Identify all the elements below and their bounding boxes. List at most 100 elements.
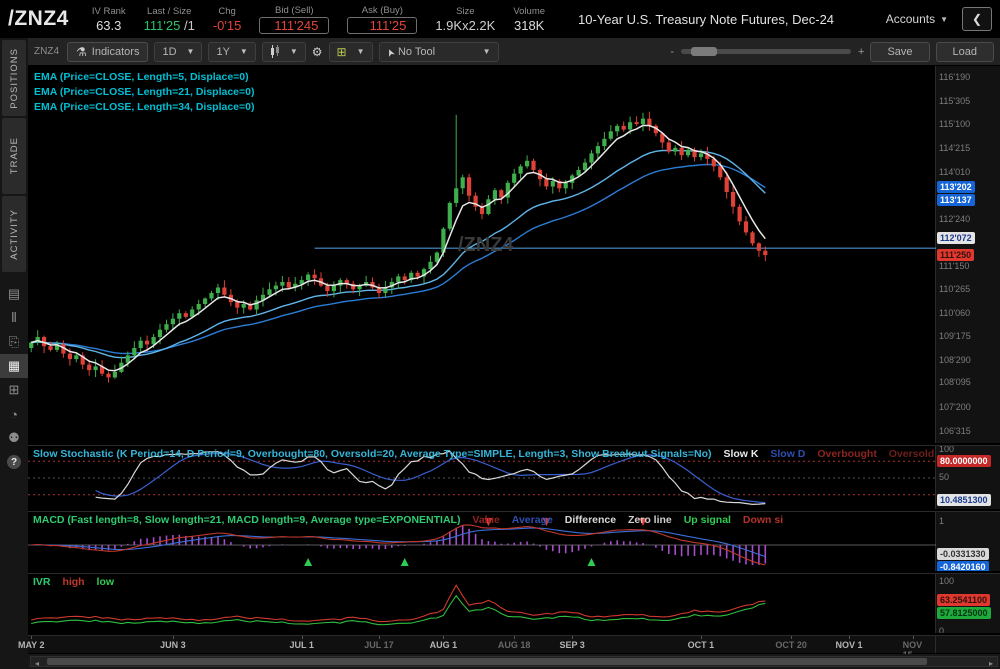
scrollbar-thumb[interactable]	[47, 658, 927, 665]
time-axis-label: SEP 3	[559, 640, 584, 650]
load-button[interactable]: Load	[936, 42, 994, 62]
timeframe-dropdown[interactable]: 1D ▼	[154, 42, 202, 62]
range-dropdown[interactable]: 1Y ▼	[208, 42, 255, 62]
axis-label: 110'060	[939, 308, 970, 318]
indicators-button[interactable]: ⚗ Indicators	[67, 42, 148, 62]
time-tick	[572, 636, 573, 639]
time-axis[interactable]: MAY 2JUN 3JUL 1JUL 17AUG 1AUG 18SEP 3OCT…	[28, 636, 936, 653]
volume-label: Volume	[513, 6, 545, 18]
zoom-slider-thumb[interactable]	[691, 47, 717, 56]
zoom-slider[interactable]	[681, 49, 851, 54]
zoom-control: - +	[670, 46, 864, 58]
watchlist-icon[interactable]: ▤	[0, 282, 28, 306]
change-value: -0'15	[213, 18, 242, 33]
gear-icon[interactable]: ⚙	[312, 45, 323, 59]
time-tick	[849, 636, 850, 639]
time-tick	[302, 636, 303, 639]
bid-button[interactable]: 111'245	[259, 17, 329, 34]
history-icon[interactable]: ◔	[0, 402, 28, 426]
macd-title[interactable]: MACD (Fast length=8, Slow length=21, MAC…	[33, 514, 460, 526]
zoom-in-button[interactable]: +	[858, 46, 864, 58]
accounts-label: Accounts	[886, 12, 935, 26]
scroll-right-icon[interactable]: ▸	[986, 659, 996, 668]
quote-header: /ZNZ4 IV Rank 63.3 Last / Size 111'25 /1…	[0, 0, 1000, 38]
legend-macd-average: Average	[512, 514, 553, 526]
chevron-down-icon: ▼	[357, 47, 365, 56]
chevron-down-icon: ▼	[187, 47, 195, 56]
price-axis[interactable]: 116'190115'305115'100114'215114'010112'2…	[936, 66, 1000, 443]
grid-icon[interactable]: ⊞	[0, 378, 28, 402]
time-axis-label: OCT 20	[775, 640, 807, 650]
ask-button[interactable]: 111'25	[347, 17, 417, 34]
tab-trade[interactable]: TRADE	[2, 118, 26, 194]
chevron-down-icon: ▼	[483, 47, 491, 56]
scroll-left-icon[interactable]: ◂	[32, 659, 42, 668]
volume-value: 318K	[514, 18, 544, 33]
chart-scrollbar-row: ◂ ▸	[28, 654, 1000, 669]
stochastic-axis[interactable]: 1005080.000000010.4851300	[936, 446, 1000, 509]
time-axis-label: JUL 1	[290, 640, 314, 650]
ema34-study-label[interactable]: EMA (Price=CLOSE, Length=34, Displace=0)	[34, 100, 254, 115]
axis-label: 108'290	[939, 355, 971, 365]
tab-activity[interactable]: ACTIVITY	[2, 196, 26, 272]
quotes-icon[interactable]: ⫴	[0, 306, 28, 330]
macd-title-row: MACD (Fast length=8, Slow length=21, MAC…	[33, 514, 783, 526]
left-sidebar: POSITIONS TRADE ACTIVITY ▤⫴⎘▦⊞◔⚉?	[0, 38, 28, 669]
axis-price-bubble: -0.0331330	[937, 548, 989, 560]
save-button[interactable]: Save	[870, 42, 929, 62]
drawing-tool-dropdown[interactable]: ➤ No Tool ▼	[379, 42, 499, 62]
axis-label: 110'265	[939, 284, 970, 294]
legend-overbought: Overbought	[817, 448, 877, 460]
time-axis-label: JUN 3	[160, 640, 186, 650]
ivr-plot[interactable]: IVR high low	[28, 574, 936, 633]
axis-label: 115'305	[939, 96, 970, 106]
bid-label: Bid (Sell)	[275, 5, 314, 17]
ivr-title[interactable]: IVR	[33, 576, 51, 588]
ivr-title-row: IVR high low	[33, 576, 114, 588]
axis-price-bubble: 10.4851300	[937, 494, 991, 506]
zoom-out-button[interactable]: -	[670, 46, 674, 58]
legend-slow-k: Slow K	[723, 448, 758, 460]
macd-axis[interactable]: 1-0.0331330-0.8420160-0.8751490	[936, 512, 1000, 571]
help-icon[interactable]: ?	[0, 450, 28, 474]
collapse-panel-button[interactable]: ❮	[962, 7, 992, 31]
legend-oversold: Oversold	[889, 448, 935, 460]
stochastic-title-row: Slow Stochastic (K Period=14, D Period=9…	[33, 448, 1000, 460]
community-icon[interactable]: ⚉	[0, 426, 28, 450]
macd-plot[interactable]: MACD (Fast length=8, Slow length=21, MAC…	[28, 512, 936, 571]
stochastic-title[interactable]: Slow Stochastic (K Period=14, D Period=9…	[33, 448, 712, 460]
ask-label: Ask (Buy)	[362, 5, 403, 17]
time-tick	[913, 636, 914, 639]
legend-slow-d: Slow D	[770, 448, 805, 460]
iv-rank-cell: IV Rank 63.3	[92, 6, 126, 33]
grid-layout-dropdown[interactable]: ⊞ ▼	[329, 42, 373, 62]
time-axis-label: AUG 18	[498, 640, 531, 650]
change-cell: Chg -0'15	[213, 6, 242, 33]
candlestick-icon	[270, 45, 280, 58]
tab-positions[interactable]: POSITIONS	[2, 40, 26, 116]
export-icon[interactable]: ⎘	[0, 330, 28, 354]
accounts-dropdown[interactable]: Accounts ▼	[886, 12, 948, 26]
time-axis-label: AUG 1	[430, 640, 458, 650]
axis-price-bubble: 113'202	[937, 181, 975, 193]
ivr-axis[interactable]: 100063.254110057.8125000	[936, 574, 1000, 633]
axis-price-bubble: 57.8125000	[937, 607, 991, 619]
horizontal-scrollbar[interactable]: ◂ ▸	[30, 656, 998, 667]
cursor-icon: ➤	[384, 46, 398, 58]
stochastic-plot[interactable]: Slow Stochastic (K Period=14, D Period=9…	[28, 446, 936, 509]
time-axis-label: OCT 1	[688, 640, 715, 650]
price-chart-plot[interactable]: /ZNZ4 EMA (Price=CLOSE, Length=5, Displa…	[28, 66, 936, 443]
change-label: Chg	[218, 6, 235, 18]
last-value: 111'25	[144, 18, 181, 33]
ema21-study-label[interactable]: EMA (Price=CLOSE, Length=21, Displace=0)	[34, 85, 254, 100]
chart-type-dropdown[interactable]: ▼	[262, 42, 306, 62]
trading-app-window: /ZNZ4 IV Rank 63.3 Last / Size 111'25 /1…	[0, 0, 1000, 669]
size-value: 1.9Kx2.2K	[435, 18, 495, 33]
time-tick	[791, 636, 792, 639]
time-axis-label: MAY 2	[18, 640, 45, 650]
symbol-title: /ZNZ4	[8, 7, 69, 31]
chart-icon[interactable]: ▦	[0, 354, 28, 378]
axis-price-bubble: 112'072	[937, 232, 975, 244]
ema5-study-label[interactable]: EMA (Price=CLOSE, Length=5, Displace=0)	[34, 70, 254, 85]
axis-label: 100	[939, 576, 954, 586]
